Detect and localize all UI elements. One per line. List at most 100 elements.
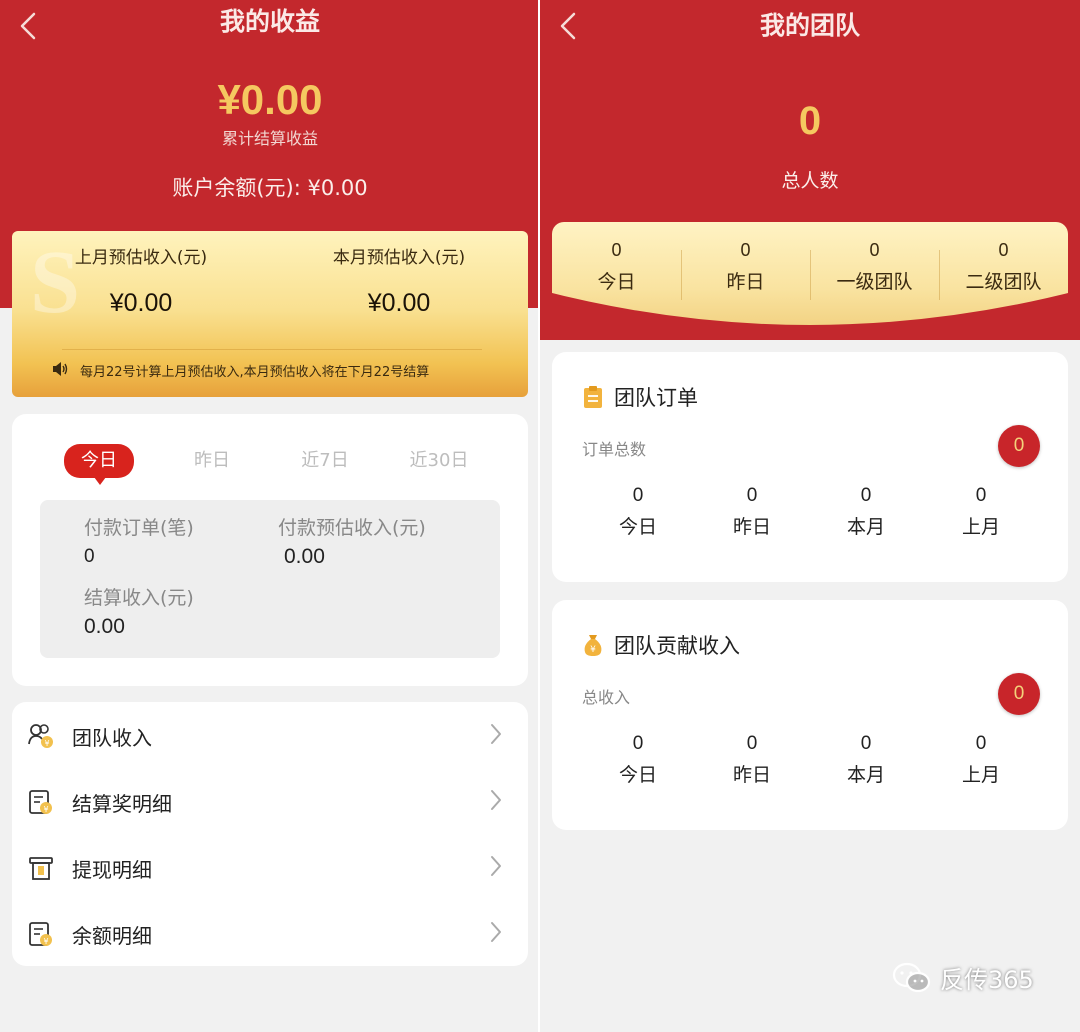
team-level-two-value: 0	[998, 240, 1009, 260]
team-total-count: 0	[798, 99, 822, 143]
estimated-income-card: S 上月预估收入(元) ¥0.00 本月预估收入(元) ¥0.00 每月22号计…	[12, 231, 528, 397]
this-month-value: ¥0.00	[367, 289, 431, 317]
orders-today-label: 今日	[618, 516, 657, 538]
last-month-value: ¥0.00	[109, 289, 173, 317]
speaker-icon	[52, 361, 68, 385]
settlement-notice: 每月22号计算上月预估收入,本月预估收入将在下月22号结算	[52, 361, 429, 385]
divider	[62, 349, 482, 350]
team-contribution-title-text: 团队贡献收入	[614, 634, 740, 658]
orders-yesterday-label: 昨日	[732, 516, 771, 538]
paid-orders-label: 付款订单(笔)	[84, 517, 194, 539]
contribution-today-label: 今日	[618, 764, 657, 786]
team-level-one-value: 0	[869, 240, 880, 260]
this-month-label: 本月预估收入(元)	[332, 248, 466, 268]
contribution-today: 0 今日	[588, 730, 688, 792]
menu-item-label: 余额明细	[72, 923, 152, 948]
total-earnings-caption: 累计结算收益	[221, 129, 318, 148]
last-month-label: 上月预估收入(元)	[74, 248, 208, 268]
menu-item-label: 提现明细	[72, 857, 152, 882]
page-title: 我的收益	[219, 7, 320, 36]
team-yesterday-label: 昨日	[726, 271, 765, 293]
team-screen: 我的团队 0 总人数 0 今日 0 昨日 0 一级团队 0 二级团队 团队订单 …	[540, 0, 1080, 1032]
orders-last-month-value: 0	[975, 485, 987, 506]
orders-today: 0 今日	[588, 482, 688, 544]
money-bag-icon: ¥	[582, 633, 604, 657]
order-total-label: 订单总数	[582, 440, 647, 459]
menu-item-balance-detail[interactable]: ¥ 余额明细	[12, 901, 528, 967]
orders-last-month: 0 上月	[931, 482, 1031, 544]
paid-orders-stat: 付款订单(笔) 0	[84, 514, 194, 572]
paid-income-label: 付款预估收入(元)	[278, 517, 426, 539]
orders-this-month-value: 0	[860, 485, 872, 506]
svg-text:¥: ¥	[43, 937, 48, 946]
team-orders-title-text: 团队订单	[614, 386, 698, 410]
tab-yesterday[interactable]: 昨日	[167, 444, 257, 478]
contribution-last-month-label: 上月	[961, 764, 1000, 786]
team-today-value: 0	[611, 240, 622, 260]
menu-item-settlement-detail[interactable]: ¥ 结算奖明细	[12, 769, 528, 835]
settled-income-label: 结算收入(元)	[84, 587, 194, 609]
team-total-caption: 总人数	[781, 170, 839, 192]
settled-income-stat: 结算收入(元) 0.00	[84, 584, 194, 642]
menu-item-label: 结算奖明细	[72, 791, 172, 816]
team-yesterday: 0 昨日	[681, 236, 810, 300]
orders-today-value: 0	[632, 485, 644, 506]
contribution-this-month-value: 0	[860, 733, 872, 754]
orders-last-month-label: 上月	[961, 516, 1000, 538]
total-earnings-amount: ¥0.00	[217, 76, 323, 123]
svg-text:¥: ¥	[590, 645, 596, 655]
paid-orders-value: 0	[84, 546, 95, 567]
menu-item-label: 团队收入	[72, 725, 152, 750]
period-stats-card: 今日 昨日 近7日 近30日 付款订单(笔) 0 付款预估收入(元) 0.00 …	[12, 414, 528, 686]
last-month-estimate: 上月预估收入(元) ¥0.00	[12, 245, 270, 323]
team-level-one: 0 一级团队	[810, 236, 939, 300]
watermark-text: 反传365	[940, 966, 1034, 994]
total-income-badge: 0	[998, 673, 1040, 715]
team-level-two: 0 二级团队	[939, 236, 1068, 300]
team-orders-title: 团队订单	[582, 382, 698, 412]
chevron-right-icon	[490, 723, 502, 749]
balance-detail-icon: ¥	[26, 919, 56, 949]
tab-30-days[interactable]: 近30日	[394, 444, 484, 478]
notice-text: 每月22号计算上月预估收入,本月预估收入将在下月22号结算	[80, 365, 430, 380]
contribution-last-month-value: 0	[975, 733, 987, 754]
team-today: 0 今日	[552, 236, 681, 300]
team-contribution-title: ¥ 团队贡献收入	[582, 630, 740, 660]
menu-item-team-income[interactable]: ¥ 团队收入	[12, 703, 528, 769]
svg-text:¥: ¥	[43, 805, 48, 814]
this-month-estimate: 本月预估收入(元) ¥0.00	[270, 245, 528, 323]
menu-item-withdraw-detail[interactable]: 提现明细	[12, 835, 528, 901]
team-yesterday-value: 0	[740, 240, 751, 260]
wechat-icon	[892, 961, 932, 995]
contribution-today-value: 0	[632, 733, 644, 754]
order-total-badge: 0	[998, 425, 1040, 467]
team-today-label: 今日	[597, 271, 636, 293]
detail-menu-card: ¥ 团队收入 ¥ 结算奖明细 提现明细 ¥ 余额明细	[12, 702, 528, 966]
total-income-label: 总收入	[582, 688, 631, 707]
stats-box: 付款订单(笔) 0 付款预估收入(元) 0.00 结算收入(元) 0.00	[40, 500, 500, 658]
contribution-last-month: 0 上月	[931, 730, 1031, 792]
team-income-icon: ¥	[26, 721, 56, 751]
withdraw-detail-icon	[26, 853, 56, 883]
settled-income-value: 0.00	[84, 615, 125, 638]
account-balance: 账户余额(元): ¥0.00	[172, 176, 368, 200]
chevron-right-icon	[490, 855, 502, 881]
watermark: 反传365	[892, 960, 1034, 995]
tab-today[interactable]: 今日	[64, 444, 134, 485]
team-contribution-card[interactable]: ¥ 团队贡献收入 总收入 0 0 今日 0 昨日 0 本月 0 上月	[552, 600, 1068, 830]
orders-yesterday: 0 昨日	[702, 482, 802, 544]
page-title: 我的团队	[759, 11, 860, 40]
contribution-this-month-label: 本月	[846, 764, 885, 786]
team-level-one-label: 一级团队	[836, 271, 913, 293]
team-orders-card[interactable]: 团队订单 订单总数 0 0 今日 0 昨日 0 本月 0 上月	[552, 352, 1068, 582]
chevron-right-icon	[490, 789, 502, 815]
earnings-screen: 我的收益 ¥0.00 累计结算收益 账户余额(元): ¥0.00 S 上月预估收…	[0, 0, 540, 1032]
contribution-yesterday-label: 昨日	[732, 764, 771, 786]
team-level-two-label: 二级团队	[965, 271, 1042, 293]
contribution-yesterday-value: 0	[746, 733, 758, 754]
settlement-detail-icon: ¥	[26, 787, 56, 817]
svg-text:¥: ¥	[44, 739, 49, 748]
orders-this-month-label: 本月	[846, 516, 885, 538]
tab-7-days[interactable]: 近7日	[280, 444, 370, 478]
contribution-yesterday: 0 昨日	[702, 730, 802, 792]
